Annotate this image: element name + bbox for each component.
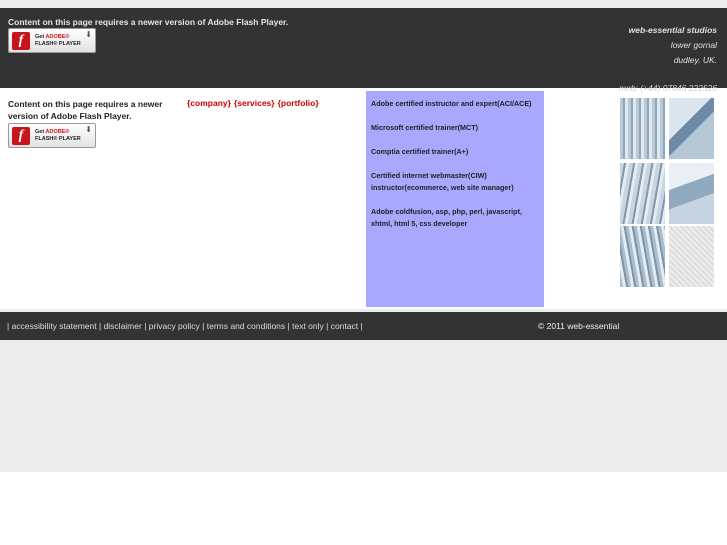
header: Content on this page requires a newer ve… (0, 8, 727, 93)
footer-link-privacy[interactable]: privacy policy (149, 321, 200, 331)
studio-address-line1: lower gornal (670, 40, 717, 50)
footer-link-terms[interactable]: terms and conditions (207, 321, 285, 331)
footer-link-accessibility[interactable]: accessibility statement (12, 321, 97, 331)
nav-link-services[interactable]: {services} (234, 98, 275, 108)
footer-link-contact[interactable]: contact (331, 321, 358, 331)
footer-links: | accessibility statement | disclaimer |… (7, 321, 363, 331)
studio-info: web-essential studios lower gornal dudle… (619, 23, 717, 96)
building-photo (669, 98, 714, 159)
studio-address-line2: dudley. UK. (673, 55, 717, 65)
footer-link-text-only[interactable]: text only (292, 321, 324, 331)
building-photo (620, 98, 665, 159)
content-flash-message: Content on this page requires a newer ve… (8, 99, 163, 121)
credential-item: Microsoft certified trainer(MCT) (371, 123, 479, 132)
top-strip (0, 0, 727, 8)
nav-link-portfolio[interactable]: {portfolio} (278, 98, 319, 108)
credential-item: Certified internet webmaster(CIW) instru… (371, 171, 514, 192)
badge-product-label: FLASH® PLAYER (35, 41, 81, 47)
flash-player-logo-icon: f (12, 32, 30, 50)
badge-adobe-label: ADOBE® (45, 34, 70, 40)
header-flash-message: Content on this page requires a newer ve… (8, 17, 289, 27)
header-get-flash-button[interactable]: f Get ADOBE® FLASH® PLAYER ⬇ (8, 28, 96, 53)
copyright: © 2011 web-essential (538, 321, 620, 331)
flash-player-logo-icon: f (12, 127, 30, 145)
badge-get-label: Get (35, 129, 45, 135)
building-photo (669, 163, 714, 224)
building-photo (620, 163, 665, 224)
footer-link-disclaimer[interactable]: disclaimer (104, 321, 142, 331)
footer: | accessibility statement | disclaimer |… (0, 312, 727, 340)
badge-product-label: FLASH® PLAYER (35, 136, 81, 142)
content-get-flash-button[interactable]: f Get ADOBE® FLASH® PLAYER ⬇ (8, 123, 96, 148)
flash-badge-text: Get ADOBE® FLASH® PLAYER (35, 129, 81, 143)
credential-item: Adobe certified instructor and expert(AC… (371, 99, 532, 108)
credential-item: Adobe coldfusion, asp, php, perl, javasc… (371, 207, 522, 228)
studio-mobile: mob: (+44) 07846 222526 (618, 83, 717, 93)
download-arrow-icon: ⬇ (85, 125, 92, 134)
lower-gray-area (0, 340, 727, 472)
nav-link-company[interactable]: {company} (187, 98, 231, 108)
flash-badge-text: Get ADOBE® FLASH® PLAYER (35, 34, 81, 48)
studio-name: web-essential studios (628, 25, 717, 35)
credentials-panel: Adobe certified instructor and expert(AC… (366, 91, 544, 307)
badge-get-label: Get (35, 34, 45, 40)
building-photo (669, 226, 714, 287)
credential-item: Comptia certified trainer(A+) (371, 147, 469, 156)
main-nav: {company} {services} {portfolio} (187, 98, 322, 108)
download-arrow-icon: ⬇ (85, 30, 92, 39)
building-photo (620, 226, 665, 287)
badge-adobe-label: ADOBE® (45, 129, 70, 135)
